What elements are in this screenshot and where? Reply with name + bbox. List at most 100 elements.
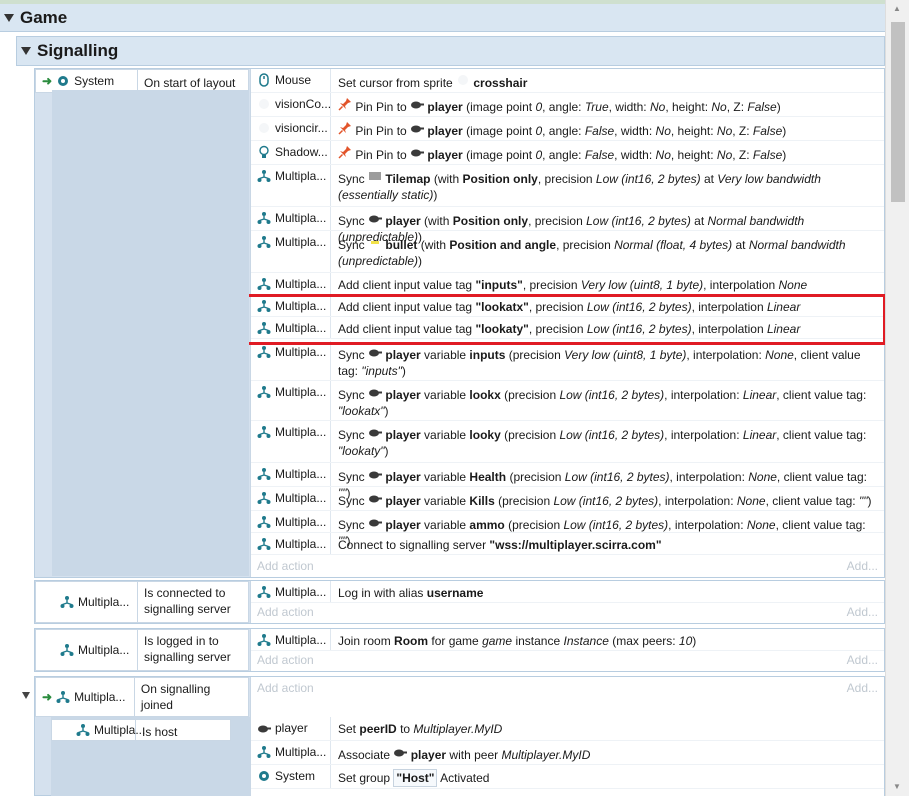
condition-row[interactable]: Multipla... Is connected to signalling se… (35, 581, 249, 623)
player-icon (410, 145, 425, 159)
action-text: Set peerID to Multiplayer.MyID (338, 722, 503, 736)
multiplayer-icon (257, 169, 271, 183)
action-row[interactable]: Multipla... Sync player variable Health (… (251, 463, 884, 500)
multiplayer-icon (257, 585, 271, 599)
action-object: Multipla... (251, 273, 331, 294)
action-row[interactable]: Multipla... Add client input value tag "i… (251, 273, 884, 295)
action-row[interactable]: Multipla... Sync player variable inputs (… (251, 341, 884, 381)
action-row[interactable]: Multipla... Sync player variable Kills (p… (251, 487, 884, 511)
multiplayer-icon (56, 690, 70, 704)
action-text: Sync player variable inputs (precision V… (331, 341, 884, 380)
condition-object: ➜ System (36, 70, 138, 92)
player-icon (368, 425, 383, 439)
vertical-scrollbar[interactable]: ▲ ▼ (885, 0, 909, 796)
pin-icon (338, 145, 352, 159)
action-row[interactable]: Multipla... Sync bullet (with Position an… (251, 231, 884, 273)
scroll-up-icon[interactable]: ▲ (893, 4, 901, 13)
condition-row[interactable]: ➜ Multipla... On signalling joinedroom (35, 677, 249, 728)
scrollbar-thumb[interactable] (891, 22, 905, 202)
action-text: Sync player variable Health (precision L… (331, 463, 884, 500)
trigger-arrow-icon: ➜ (42, 690, 53, 704)
action-object-name: Mouse (275, 73, 312, 87)
action-row[interactable]: Multipla... Sync Tilemap (with Position o… (251, 165, 884, 207)
multiplayer-icon (257, 425, 271, 439)
event-is-connected[interactable]: Multipla... Is connected to signalling se… (34, 580, 885, 624)
group-signalling-header[interactable]: Signalling (16, 36, 885, 66)
action-object-name: Multipla... (275, 235, 327, 249)
action-row[interactable]: Multipla... Connect to signalling server … (251, 533, 884, 555)
action-text: Pin Pin to player (image point 0, angle:… (331, 93, 884, 116)
action-object: player (251, 717, 331, 740)
pin-icon (338, 97, 352, 111)
sprite-icon (257, 121, 271, 135)
add-action-row[interactable]: Add action Add... (251, 653, 884, 671)
add-action-row[interactable]: Add action Add... (251, 605, 884, 623)
tilemap-icon (368, 169, 382, 183)
player-icon (410, 97, 425, 111)
condition-text: Is connected to signalling server (144, 586, 231, 616)
multiplayer-icon (257, 633, 271, 647)
action-object-name: Multipla... (275, 385, 327, 399)
action-text: Set cursor from sprite crosshair (331, 69, 884, 92)
condition-text: Is host (142, 725, 178, 739)
event-on-signalling-joined[interactable]: ➜ Multipla... On signalling joinedroom A… (34, 676, 885, 796)
action-object: Mouse (251, 69, 331, 92)
multiplayer-icon (257, 515, 271, 529)
action-row[interactable]: player Set peerID to Multiplayer.MyID (251, 717, 884, 741)
action-row[interactable]: Multipla... Sync player variable lookx (p… (251, 381, 884, 421)
gear-icon (56, 74, 70, 88)
player-icon (368, 491, 383, 505)
multiplayer-icon (60, 643, 74, 657)
action-row[interactable]: Shadow... Pin Pin to player (image point… (251, 141, 884, 165)
action-object: Multipla... (251, 533, 331, 554)
action-text: Sync bullet (with Position and angle, pr… (331, 231, 884, 272)
action-row[interactable]: Mouse Set cursor from sprite crosshair (251, 69, 884, 93)
action-object: Multipla... (251, 341, 331, 380)
action-text: Sync Tilemap (with Position only, precis… (331, 165, 884, 206)
lightbulb-icon (257, 145, 271, 159)
action-text: Pin Pin to player (image point 0, angle:… (331, 117, 884, 140)
action-text: Sync player variable lookx (precision Lo… (331, 381, 884, 420)
group-game-header[interactable]: Game (0, 4, 885, 32)
expand-triangle-icon[interactable] (22, 688, 30, 702)
action-row[interactable]: Multipla... Log in with alias username (251, 581, 884, 603)
gear-icon (257, 769, 271, 783)
action-text: Join room Room for game game instance In… (338, 634, 697, 648)
action-text: Sync player variable looky (precision Lo… (331, 421, 884, 462)
collapse-triangle-icon[interactable] (4, 13, 14, 22)
collapse-triangle-icon[interactable] (21, 47, 31, 55)
add-action-row[interactable]: Add action Add... (251, 681, 884, 699)
add-action-row[interactable]: Add action Add... (251, 559, 884, 577)
action-row[interactable]: Multipla... Sync player variable ammo (pr… (251, 511, 884, 548)
add-action-link[interactable]: Add action (257, 653, 314, 671)
action-row[interactable]: Multipla... Associate player with peer M… (251, 741, 884, 765)
action-row[interactable]: visioncir... Pin Pin to player (image po… (251, 117, 884, 141)
condition-row[interactable]: Multipla... Is host (51, 719, 231, 741)
action-row[interactable]: Multipla... Join room Room for game game… (251, 629, 884, 651)
action-row[interactable]: Multipla... Sync player (with Position on… (251, 207, 884, 244)
add-action-link[interactable]: Add action (257, 559, 314, 577)
scroll-down-icon[interactable]: ▼ (893, 782, 901, 791)
bullet-icon (368, 235, 382, 249)
action-text: Set group "Host" Activated (338, 769, 490, 787)
action-object: Multipla... (251, 231, 331, 272)
action-row[interactable]: Multipla... Sync player variable looky (p… (251, 421, 884, 463)
add-more-link[interactable]: Add... (847, 653, 878, 671)
event-is-logged-in[interactable]: Multipla... Is logged in to signalling se… (34, 628, 885, 672)
player-icon (393, 745, 408, 759)
action-row[interactable]: System Set group "Host" Activated (251, 765, 884, 789)
multiplayer-icon (60, 595, 74, 609)
subevent-is-host[interactable]: Multipla... Is host player Set peerID to… (51, 717, 884, 796)
add-more-link[interactable]: Add... (847, 605, 878, 623)
add-action-link[interactable]: Add action (257, 681, 314, 699)
action-object-name: Multipla... (275, 425, 327, 439)
action-object-name: Shadow... (275, 145, 328, 159)
action-row[interactable]: visionCo... Pin Pin to player (image poi… (251, 93, 884, 117)
condition-row[interactable]: Multipla... Is logged in to signalling se… (35, 629, 249, 671)
condition-object: Multipla... (36, 582, 138, 622)
add-action-link[interactable]: Add action (257, 605, 314, 623)
add-more-link[interactable]: Add... (847, 681, 878, 699)
action-text: Sync player variable Kills (precision Lo… (331, 487, 884, 510)
multiplayer-icon (257, 745, 271, 759)
add-more-link[interactable]: Add... (847, 559, 878, 577)
